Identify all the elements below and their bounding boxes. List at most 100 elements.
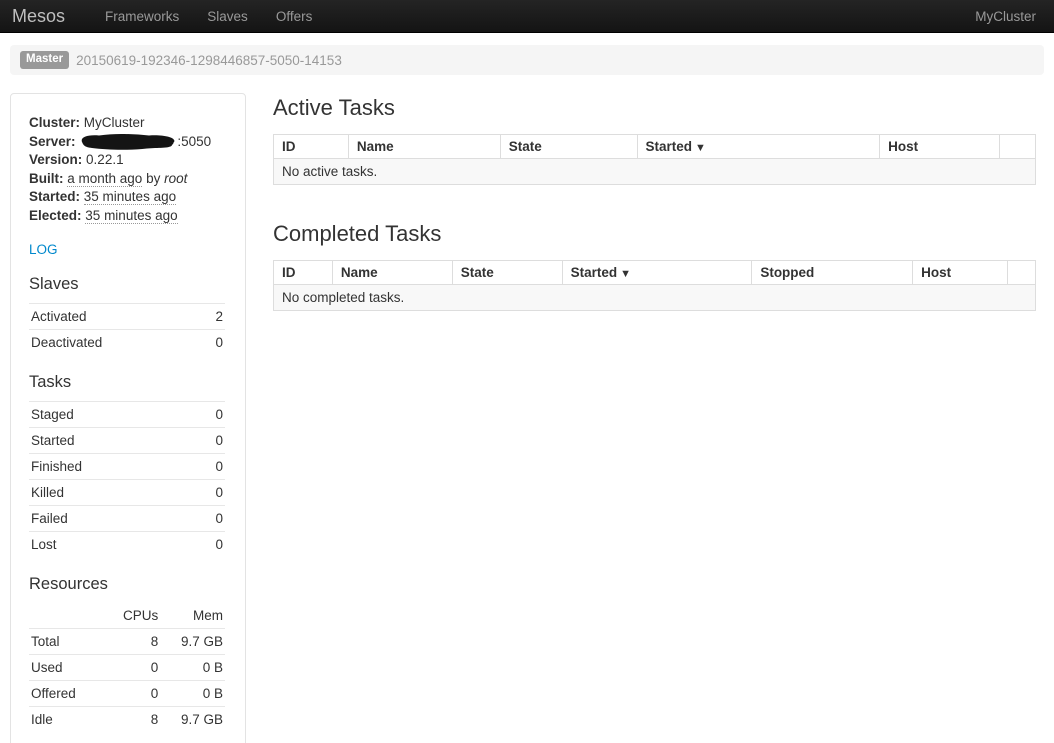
table-row: Total 8 9.7 GB bbox=[29, 629, 225, 655]
table-row: Used 0 0 B bbox=[29, 655, 225, 681]
tasks-summary-table: Staged 0 Started 0 Finished 0 Killed 0 F… bbox=[29, 401, 225, 557]
info-server: Server: :5050 bbox=[29, 133, 225, 152]
navbar-cluster-name: MyCluster bbox=[975, 9, 1036, 24]
resources-table: CPUs Mem Total 8 9.7 GB Used 0 0 B Offer… bbox=[29, 603, 225, 732]
info-built-label: Built: bbox=[29, 171, 64, 186]
info-built-by: by bbox=[146, 171, 160, 186]
table-row: Lost 0 bbox=[29, 532, 225, 558]
active-tasks-table: ID Name State Started▼ Host No active ta… bbox=[273, 134, 1036, 185]
sidebar-panel: Cluster: MyCluster Server: :5050 Version… bbox=[10, 93, 246, 743]
slaves-activated-value: 2 bbox=[199, 304, 225, 330]
resources-used-mem: 0 B bbox=[160, 655, 225, 681]
completed-col-host[interactable]: Host bbox=[913, 261, 1008, 285]
master-badge: Master bbox=[20, 51, 69, 69]
sort-desc-icon: ▼ bbox=[620, 268, 631, 280]
info-started-time: 35 minutes ago bbox=[84, 189, 176, 205]
slaves-table: Activated 2 Deactivated 0 bbox=[29, 303, 225, 355]
completed-tasks-empty-message: No completed tasks. bbox=[274, 285, 1036, 311]
completed-tasks-section: Completed Tasks ID Name State Started▼ S… bbox=[273, 221, 1036, 311]
info-built-time: a month ago bbox=[67, 171, 142, 187]
resources-total-label: Total bbox=[29, 629, 102, 655]
tasks-killed-label: Killed bbox=[29, 480, 191, 506]
tasks-lost-value: 0 bbox=[191, 532, 225, 558]
active-col-started[interactable]: Started▼ bbox=[637, 135, 880, 159]
tasks-killed-value: 0 bbox=[191, 480, 225, 506]
table-row: No active tasks. bbox=[274, 159, 1036, 185]
resources-idle-label: Idle bbox=[29, 707, 102, 733]
resources-idle-mem: 9.7 GB bbox=[160, 707, 225, 733]
resources-idle-cpus: 8 bbox=[102, 707, 161, 733]
completed-col-id[interactable]: ID bbox=[274, 261, 333, 285]
table-row: Staged 0 bbox=[29, 402, 225, 428]
info-server-port: :5050 bbox=[177, 134, 211, 149]
breadcrumb: Master 20150619-192346-1298446857-5050-1… bbox=[10, 45, 1044, 75]
active-tasks-title: Active Tasks bbox=[273, 95, 1036, 121]
completed-col-started-label: Started bbox=[571, 265, 618, 280]
table-row: Finished 0 bbox=[29, 454, 225, 480]
table-row: Offered 0 0 B bbox=[29, 681, 225, 707]
resources-used-label: Used bbox=[29, 655, 102, 681]
completed-tasks-title: Completed Tasks bbox=[273, 221, 1036, 247]
slaves-deactivated-label: Deactivated bbox=[29, 330, 199, 356]
slaves-deactivated-value: 0 bbox=[199, 330, 225, 356]
nav-frameworks[interactable]: Frameworks bbox=[91, 0, 193, 33]
active-tasks-empty-message: No active tasks. bbox=[274, 159, 1036, 185]
info-version-value: 0.22.1 bbox=[86, 152, 124, 167]
info-cluster-label: Cluster: bbox=[29, 115, 80, 130]
master-id-text: 20150619-192346-1298446857-5050-14153 bbox=[76, 53, 342, 68]
slaves-activated-label: Activated bbox=[29, 304, 199, 330]
completed-col-actions bbox=[1007, 261, 1035, 285]
navbar-links: Frameworks Slaves Offers bbox=[91, 0, 326, 33]
brand-mesos-link[interactable]: Mesos bbox=[12, 0, 65, 33]
table-header-row: ID Name State Started▼ Stopped Host bbox=[274, 261, 1036, 285]
active-col-actions bbox=[1000, 135, 1036, 159]
nav-slaves[interactable]: Slaves bbox=[193, 0, 262, 33]
info-started: Started: 35 minutes ago bbox=[29, 188, 225, 207]
completed-tasks-table: ID Name State Started▼ Stopped Host No c… bbox=[273, 260, 1036, 311]
info-elected-label: Elected: bbox=[29, 208, 82, 223]
log-link[interactable]: LOG bbox=[29, 242, 58, 257]
active-tasks-section: Active Tasks ID Name State Started▼ Host bbox=[273, 95, 1036, 185]
table-row: No completed tasks. bbox=[274, 285, 1036, 311]
completed-col-stopped[interactable]: Stopped bbox=[752, 261, 913, 285]
table-row: Activated 2 bbox=[29, 304, 225, 330]
info-elected-time: 35 minutes ago bbox=[85, 208, 177, 224]
tasks-finished-value: 0 bbox=[191, 454, 225, 480]
table-row: Idle 8 9.7 GB bbox=[29, 707, 225, 733]
table-row: Killed 0 bbox=[29, 480, 225, 506]
resources-total-cpus: 8 bbox=[102, 629, 161, 655]
resources-used-cpus: 0 bbox=[102, 655, 161, 681]
resources-offered-mem: 0 B bbox=[160, 681, 225, 707]
active-col-name[interactable]: Name bbox=[348, 135, 500, 159]
tasks-failed-label: Failed bbox=[29, 506, 191, 532]
active-col-host[interactable]: Host bbox=[880, 135, 1000, 159]
tasks-failed-value: 0 bbox=[191, 506, 225, 532]
info-built-user: root bbox=[164, 171, 187, 186]
table-row: CPUs Mem bbox=[29, 603, 225, 629]
completed-col-started[interactable]: Started▼ bbox=[562, 261, 752, 285]
main-content: Active Tasks ID Name State Started▼ Host bbox=[273, 93, 1036, 311]
server-address-redaction bbox=[79, 133, 177, 150]
info-version: Version: 0.22.1 bbox=[29, 151, 225, 170]
active-col-state[interactable]: State bbox=[500, 135, 637, 159]
resources-offered-label: Offered bbox=[29, 681, 102, 707]
tasks-lost-label: Lost bbox=[29, 532, 191, 558]
table-row: Deactivated 0 bbox=[29, 330, 225, 356]
top-navbar: Mesos Frameworks Slaves Offers MyCluster bbox=[0, 0, 1054, 33]
info-built: Built: a month ago by root bbox=[29, 170, 225, 189]
tasks-section-title: Tasks bbox=[29, 373, 225, 392]
active-col-id[interactable]: ID bbox=[274, 135, 349, 159]
slaves-section-title: Slaves bbox=[29, 275, 225, 294]
info-cluster: Cluster: MyCluster bbox=[29, 114, 225, 133]
tasks-staged-label: Staged bbox=[29, 402, 191, 428]
tasks-finished-label: Finished bbox=[29, 454, 191, 480]
table-header-row: ID Name State Started▼ Host bbox=[274, 135, 1036, 159]
resources-total-mem: 9.7 GB bbox=[160, 629, 225, 655]
table-row: Started 0 bbox=[29, 428, 225, 454]
resources-offered-cpus: 0 bbox=[102, 681, 161, 707]
info-started-label: Started: bbox=[29, 189, 80, 204]
nav-offers[interactable]: Offers bbox=[262, 0, 327, 33]
info-version-label: Version: bbox=[29, 152, 82, 167]
completed-col-name[interactable]: Name bbox=[332, 261, 452, 285]
completed-col-state[interactable]: State bbox=[452, 261, 562, 285]
